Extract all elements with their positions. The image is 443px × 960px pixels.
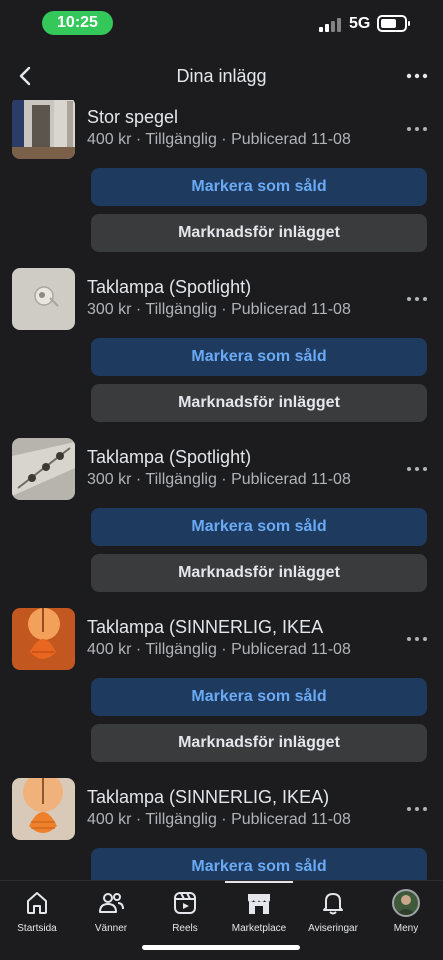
status-time: 10:25 — [42, 11, 113, 35]
listing-title[interactable]: Taklampa (SINNERLIG, IKEA) — [87, 787, 329, 808]
tab-label: Aviseringar — [308, 923, 358, 934]
promote-button[interactable]: Marknadsför inlägget — [91, 384, 427, 422]
home-icon — [27, 892, 47, 914]
spotlight-lamp-image — [12, 268, 75, 330]
orange-lamp-image — [12, 778, 75, 840]
listing-meta: 400 kr · Tillgänglig · Publicerad 11-08 — [87, 641, 351, 658]
listing-meta: 400 kr · Tillgänglig · Publicerad 11-08 — [87, 811, 351, 828]
more-icon — [407, 637, 427, 641]
tab-label: Reels — [172, 923, 198, 934]
tab-label: Vänner — [94, 923, 128, 934]
mark-sold-button[interactable]: Markera som såld — [91, 678, 427, 716]
more-icon — [407, 467, 427, 471]
tab-label: Startsida — [17, 923, 57, 934]
avatar-icon — [392, 889, 420, 917]
battery-icon — [377, 15, 410, 32]
listing-item: Stor spegel 400 kr · Tillgänglig · Publi… — [0, 100, 443, 270]
friends-icon — [99, 893, 124, 913]
tab-label: Meny — [393, 923, 419, 934]
more-icon — [407, 127, 427, 131]
nav-header: Dina inlägg — [0, 50, 443, 100]
tab-home[interactable]: Startsida — [0, 889, 74, 945]
tab-marketplace[interactable]: Marketplace — [222, 889, 296, 945]
header-more-button[interactable] — [405, 64, 429, 88]
more-icon — [407, 807, 427, 811]
mark-sold-button[interactable]: Markera som såld — [91, 338, 427, 376]
listing-more-button[interactable] — [405, 457, 429, 481]
listing-thumbnail[interactable] — [12, 268, 75, 330]
listing-item: Taklampa (Spotlight) 300 kr · Tillgängli… — [0, 438, 443, 610]
mirror-image — [12, 100, 75, 159]
reels-icon — [174, 892, 196, 914]
mark-sold-button[interactable]: Markera som såld — [91, 508, 427, 546]
signal-icon — [319, 16, 343, 32]
listing-item: Taklampa (SINNERLIG, IKEA) 400 kr · Till… — [0, 778, 443, 880]
promote-button[interactable]: Marknadsför inlägget — [91, 214, 427, 252]
listing-more-button[interactable] — [405, 627, 429, 651]
network-label: 5G — [349, 15, 371, 32]
listing-thumbnail[interactable] — [12, 100, 75, 159]
listing-item: Taklampa (SINNERLIG, IKEA 400 kr · Tillg… — [0, 608, 443, 780]
promote-button[interactable]: Marknadsför inlägget — [91, 724, 427, 762]
orange-lamp-image — [12, 608, 75, 670]
listing-title[interactable]: Taklampa (SINNERLIG, IKEA — [87, 617, 323, 638]
mark-sold-button[interactable]: Markera som såld — [91, 848, 427, 880]
listing-title[interactable]: Taklampa (Spotlight) — [87, 447, 251, 468]
promote-button[interactable]: Marknadsför inlägget — [91, 554, 427, 592]
listing-more-button[interactable] — [405, 287, 429, 311]
listing-thumbnail[interactable] — [12, 438, 75, 500]
listing-thumbnail[interactable] — [12, 778, 75, 840]
listing-title[interactable]: Taklampa (Spotlight) — [87, 277, 251, 298]
listing-meta: 400 kr · Tillgänglig · Publicerad 11-08 — [87, 131, 351, 148]
listing-meta: 300 kr · Tillgänglig · Publicerad 11-08 — [87, 301, 351, 318]
tab-friends[interactable]: Vänner — [74, 889, 148, 945]
page-title: Dina inlägg — [176, 66, 267, 86]
more-icon — [407, 297, 427, 301]
active-tab-indicator — [225, 881, 293, 883]
tab-notifications[interactable]: Aviseringar — [296, 889, 370, 945]
marketplace-icon — [248, 894, 270, 914]
tab-label: Marketplace — [231, 923, 287, 934]
listing-meta: 300 kr · Tillgänglig · Publicerad 11-08 — [87, 471, 351, 488]
tab-reels[interactable]: Reels — [148, 889, 222, 945]
listing-more-button[interactable] — [405, 797, 429, 821]
home-indicator — [142, 945, 300, 950]
status-bar: 10:25 5G — [0, 0, 443, 50]
listings-list: Stor spegel 400 kr · Tillgänglig · Publi… — [0, 100, 443, 880]
mark-sold-button[interactable]: Markera som såld — [91, 168, 427, 206]
listing-title[interactable]: Stor spegel — [87, 107, 178, 128]
more-icon — [406, 73, 428, 79]
spotlight-track-image — [12, 438, 75, 500]
bell-icon — [323, 893, 343, 915]
listing-item: Taklampa (Spotlight) 300 kr · Tillgängli… — [0, 268, 443, 440]
listing-more-button[interactable] — [405, 117, 429, 141]
tab-menu[interactable]: Meny — [369, 889, 443, 945]
listing-thumbnail[interactable] — [12, 608, 75, 670]
